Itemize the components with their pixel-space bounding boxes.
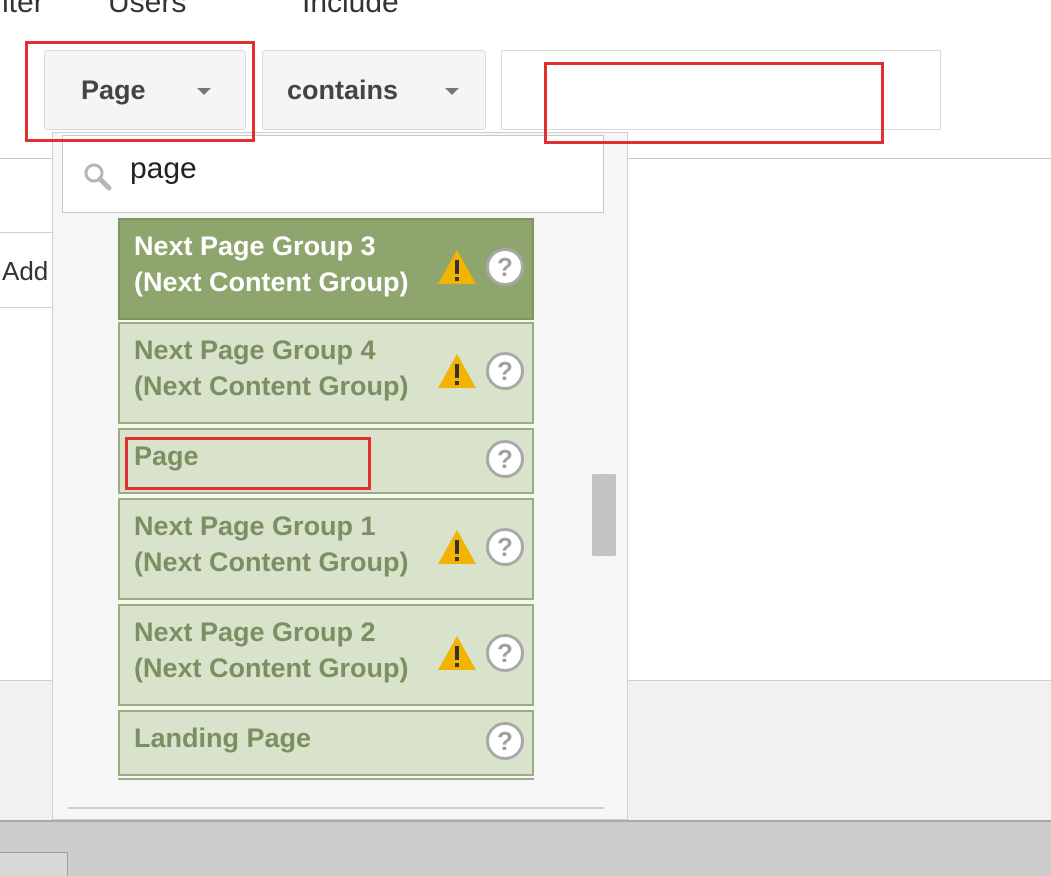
- warning-icon: [438, 354, 476, 388]
- warning-icon: [438, 530, 476, 564]
- search-input-value: page: [130, 152, 197, 185]
- help-icon[interactable]: ?: [486, 528, 524, 566]
- help-icon[interactable]: ?: [486, 440, 524, 478]
- chevron-down-icon: [197, 88, 211, 95]
- warning-icon: [438, 250, 476, 284]
- list-item-next-page-group-2[interactable]: Next Page Group 2 (Next Content Group) ?: [118, 604, 534, 706]
- list-item-partial[interactable]: [118, 778, 534, 780]
- dimension-list: Next Page Group 3 (Next Content Group) ?…: [118, 216, 534, 780]
- list-item-title: Landing Page: [134, 723, 312, 753]
- footer-bar: [0, 820, 1051, 876]
- chevron-down-icon: [445, 88, 459, 95]
- operator-dropdown-label: contains: [287, 74, 399, 105]
- list-item-page[interactable]: Page ?: [118, 428, 534, 494]
- help-icon[interactable]: ?: [486, 352, 524, 390]
- header-label-filter: nter: [0, 0, 44, 19]
- operator-dropdown-button[interactable]: contains: [262, 50, 486, 130]
- list-item-next-page-group-3[interactable]: Next Page Group 3 (Next Content Group) ?: [118, 218, 534, 320]
- footer-tab[interactable]: [0, 852, 68, 876]
- help-icon[interactable]: ?: [486, 634, 524, 672]
- filter-value-input[interactable]: [501, 50, 941, 130]
- help-icon[interactable]: ?: [486, 248, 524, 286]
- list-item-landing-page[interactable]: Landing Page ?: [118, 710, 534, 776]
- list-item-title: Page: [134, 441, 199, 471]
- list-item-next-page-group-1[interactable]: Next Page Group 1 (Next Content Group) ?: [118, 498, 534, 600]
- header-label-include: Include: [302, 0, 399, 19]
- search-icon: [84, 163, 112, 191]
- help-icon[interactable]: ?: [486, 722, 524, 760]
- header-label-users: Users: [108, 0, 187, 19]
- dimension-dropdown-button[interactable]: Page: [44, 50, 246, 130]
- list-item-next-page-group-4[interactable]: Next Page Group 4 (Next Content Group) ?: [118, 322, 534, 424]
- warning-icon: [438, 636, 476, 670]
- panel-divider: [68, 807, 604, 809]
- dimension-dropdown-label: Page: [81, 74, 146, 105]
- dropdown-scrollbar-thumb[interactable]: [592, 474, 616, 556]
